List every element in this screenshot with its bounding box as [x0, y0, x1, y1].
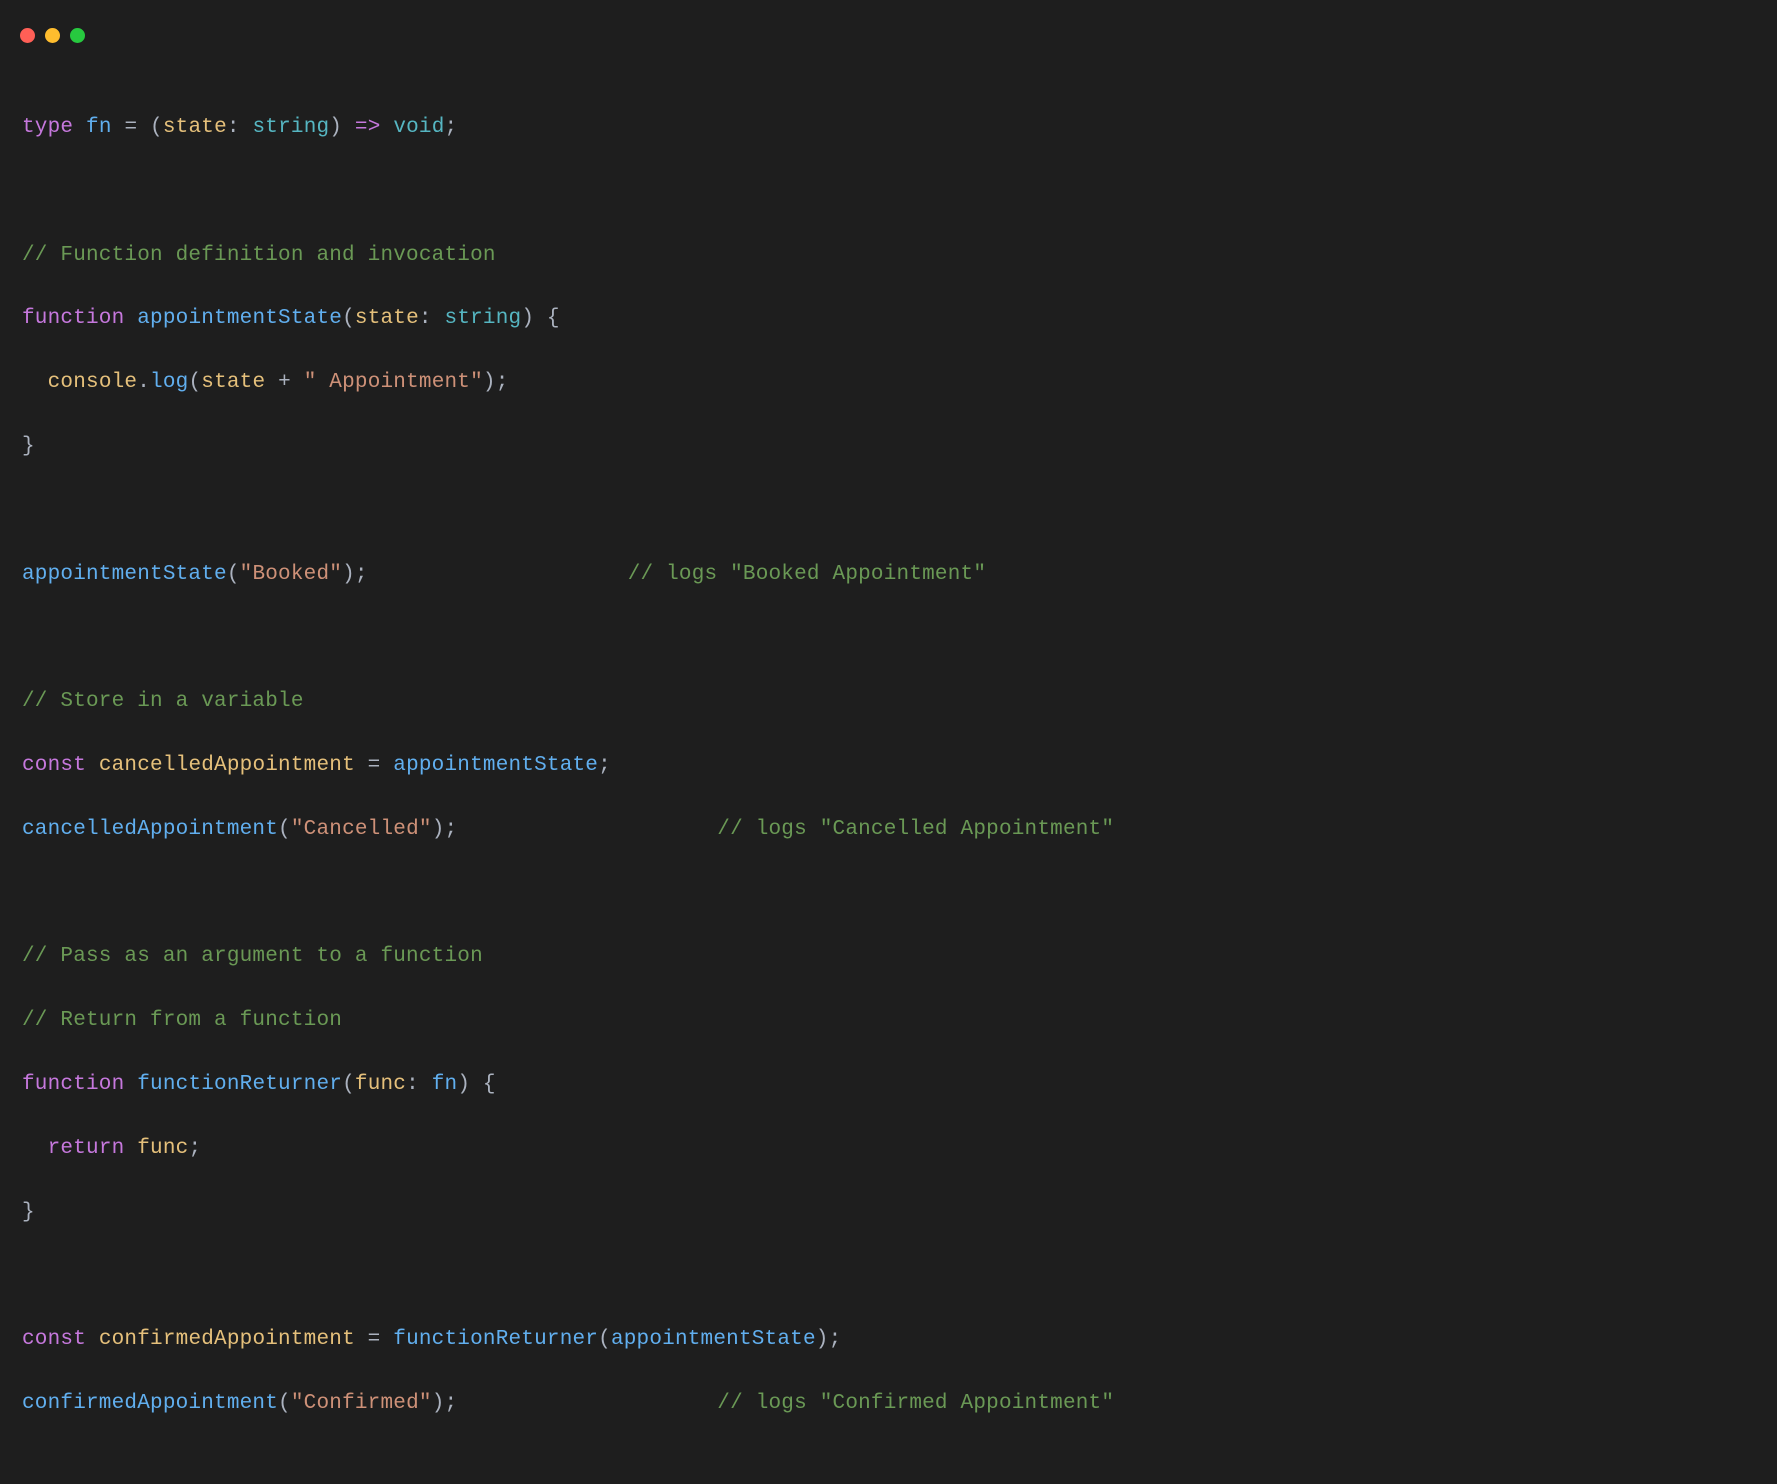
code-line: return func; — [22, 1133, 1755, 1165]
code-editor[interactable]: type fn = (state: string) => void; // Fu… — [0, 52, 1777, 1484]
comment: // logs "Cancelled Appointment" — [717, 818, 1114, 841]
close-icon[interactable] — [20, 28, 35, 43]
param-state: state — [355, 307, 419, 330]
code-line — [22, 495, 1755, 527]
minimize-icon[interactable] — [45, 28, 60, 43]
code-line: // Store in a variable — [22, 686, 1755, 718]
string-literal: "Confirmed" — [291, 1392, 432, 1415]
type-string: string — [252, 116, 329, 139]
comment: // Store in a variable — [22, 686, 304, 718]
call-functionreturner: functionReturner — [393, 1328, 598, 1351]
ident-state: state — [201, 371, 265, 394]
string-literal: " Appointment" — [304, 371, 483, 394]
window-titlebar — [0, 0, 1777, 52]
code-line: // Return from a function — [22, 1005, 1755, 1037]
code-window: type fn = (state: string) => void; // Fu… — [0, 0, 1777, 898]
ident-func: func — [137, 1137, 188, 1160]
code-line — [22, 878, 1755, 910]
code-line: appointmentState("Booked");// logs "Book… — [22, 559, 1755, 591]
keyword-function: function — [22, 1073, 124, 1096]
code-line — [22, 1261, 1755, 1293]
code-line: type fn = (state: string) => void; — [22, 112, 1755, 144]
string-literal: "Booked" — [240, 563, 342, 586]
keyword-return: return — [48, 1137, 125, 1160]
code-line: confirmedAppointment("Confirmed");// log… — [22, 1388, 1755, 1420]
param-state: state — [163, 116, 227, 139]
ident-console: console — [48, 371, 138, 394]
code-line: cancelledAppointment("Cancelled");// log… — [22, 814, 1755, 846]
code-line — [22, 622, 1755, 654]
string-literal: "Cancelled" — [291, 818, 432, 841]
zoom-icon[interactable] — [70, 28, 85, 43]
code-line: const cancelledAppointment = appointment… — [22, 750, 1755, 782]
code-line: } — [22, 431, 1755, 463]
code-line: // Function definition and invocation — [22, 240, 1755, 272]
code-line: console.log(state + " Appointment"); — [22, 367, 1755, 399]
code-line: const confirmedAppointment = functionRet… — [22, 1324, 1755, 1356]
comment: // Function definition and invocation — [22, 240, 496, 272]
type-string: string — [445, 307, 522, 330]
call-appointmentstate: appointmentState — [22, 563, 227, 586]
comment: // Return from a function — [22, 1005, 342, 1037]
code-line — [22, 176, 1755, 208]
keyword-const: const — [22, 754, 86, 777]
type-alias-name: fn — [86, 116, 112, 139]
call-cancelledappointment: cancelledAppointment — [22, 818, 278, 841]
keyword-type: type — [22, 116, 73, 139]
function-name: appointmentState — [137, 307, 342, 330]
ident-appointmentstate: appointmentState — [393, 754, 598, 777]
code-line: } — [22, 1197, 1755, 1229]
keyword-const: const — [22, 1328, 86, 1351]
function-name: functionReturner — [137, 1073, 342, 1096]
code-line: // Pass as an argument to a function — [22, 941, 1755, 973]
type-fn: fn — [432, 1073, 458, 1096]
comment: // logs "Booked Appointment" — [628, 563, 986, 586]
param-func: func — [355, 1073, 406, 1096]
type-void: void — [393, 116, 444, 139]
comment: // Pass as an argument to a function — [22, 941, 483, 973]
comment: // logs "Confirmed Appointment" — [717, 1392, 1114, 1415]
ident-appointmentstate: appointmentState — [611, 1328, 816, 1351]
keyword-function: function — [22, 307, 124, 330]
code-line: function functionReturner(func: fn) { — [22, 1069, 1755, 1101]
ident-confirmedappointment: confirmedAppointment — [99, 1328, 355, 1351]
arrow-icon: => — [342, 116, 393, 139]
ident-cancelledappointment: cancelledAppointment — [99, 754, 355, 777]
code-line: function appointmentState(state: string)… — [22, 303, 1755, 335]
call-confirmedappointment: confirmedAppointment — [22, 1392, 278, 1415]
method-log: log — [150, 371, 188, 394]
